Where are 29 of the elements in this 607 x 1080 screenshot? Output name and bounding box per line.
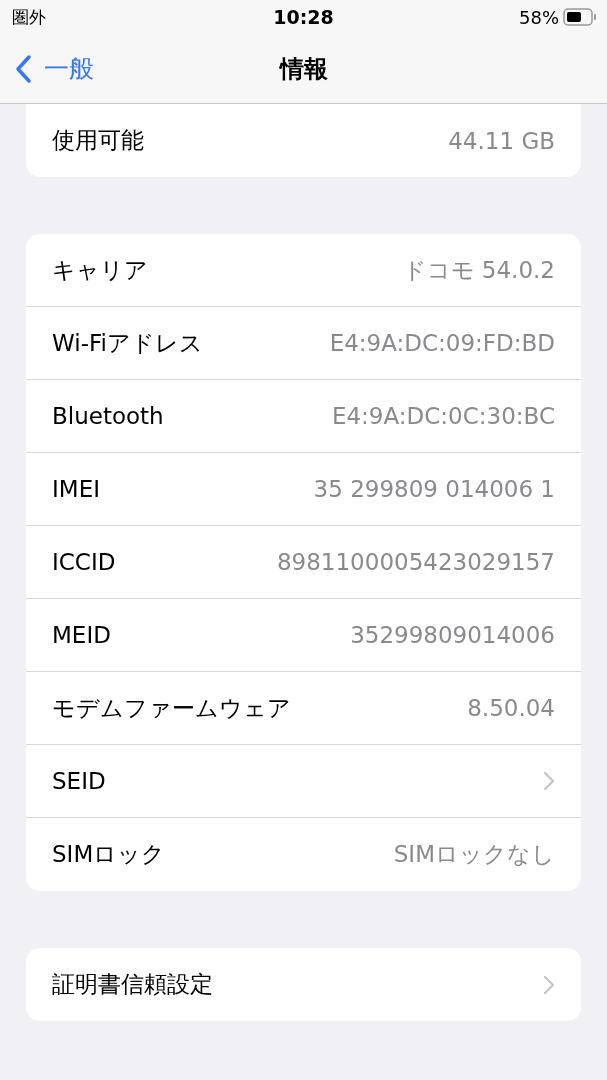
row-label: Wi-Fiアドレス: [52, 328, 203, 358]
row-value: ドコモ 54.0.2: [402, 255, 555, 285]
row-value: 35 299809 014006 1: [313, 476, 555, 502]
settings-row[interactable]: 証明書信頼設定: [26, 948, 581, 1021]
row-label: ICCID: [52, 549, 116, 575]
row-value: 44.11 GB: [448, 127, 555, 154]
row-label: Bluetooth: [52, 403, 164, 429]
carrier-status: 圏外: [12, 5, 46, 29]
row-value: 35299809014006: [350, 622, 555, 648]
battery-percent: 58%: [519, 6, 559, 28]
row-value: E4:9A:DC:09:FD:BD: [329, 330, 555, 356]
row-value: SIMロックなし: [393, 840, 555, 869]
battery-icon: [563, 8, 597, 26]
row-label: SIMロック: [52, 840, 166, 869]
row-label: モデムファームウェア: [52, 693, 291, 723]
row-label: MEID: [52, 622, 111, 648]
back-button[interactable]: 一般: [0, 43, 94, 94]
row-label: 使用可能: [52, 126, 144, 155]
chevron-icon: [543, 771, 555, 791]
row-value: 8981100005423029157: [276, 549, 555, 575]
chevron-icon: [543, 974, 555, 995]
row-value: 8.50.04: [467, 695, 555, 721]
settings-row[interactable]: SEID: [26, 745, 581, 818]
back-chevron-icon: [14, 53, 32, 84]
row-label: IMEI: [52, 476, 100, 502]
row-value: E4:9A:DC:0C:30:BC: [331, 403, 555, 429]
row-label: キャリア: [52, 255, 148, 285]
page-title: 情報: [279, 53, 328, 85]
clock-time: 10:28: [273, 6, 334, 28]
